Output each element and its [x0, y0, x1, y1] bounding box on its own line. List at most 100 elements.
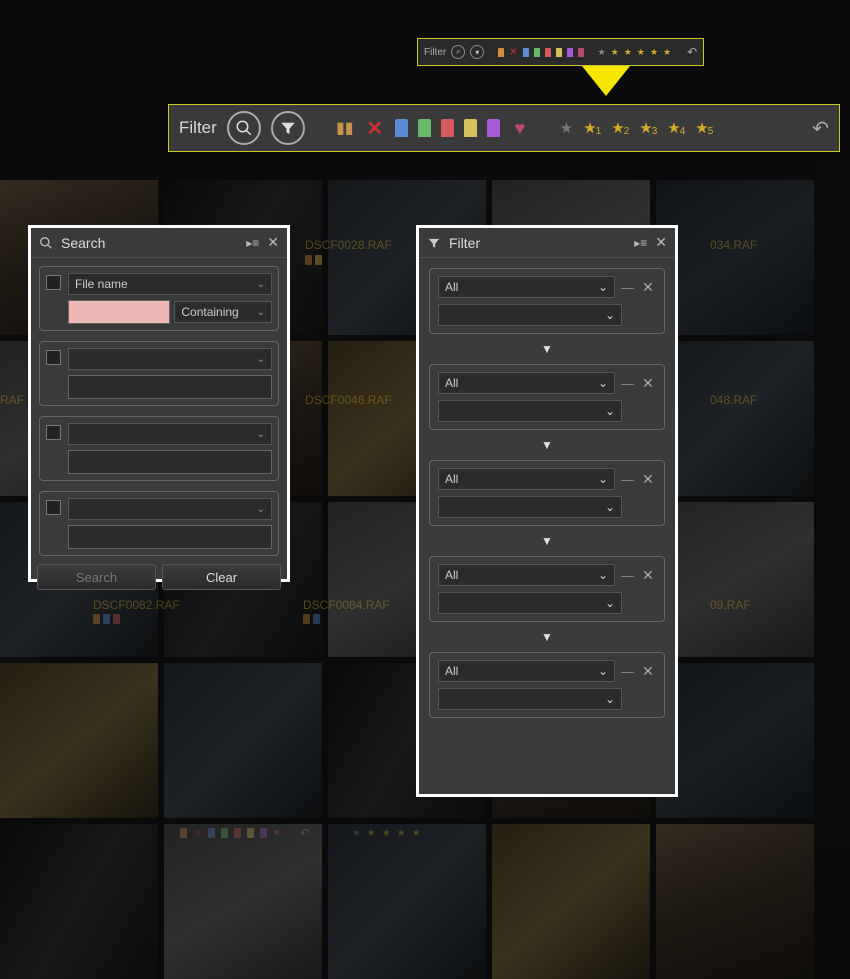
callout-arrow-icon: [582, 66, 630, 96]
filter-select[interactable]: ⌄: [438, 304, 622, 326]
chevron-down-icon: ⌄: [598, 664, 608, 678]
search-button[interactable]: Search: [37, 564, 156, 590]
criteria-checkbox[interactable]: [46, 425, 61, 440]
filter-label-small: Filter: [424, 47, 446, 58]
criteria-block: ⌄: [39, 341, 279, 406]
heart-icon[interactable]: ♥: [510, 118, 530, 138]
filter-value-label: All: [445, 664, 458, 678]
filter-group: All⌄—✕⌄: [429, 556, 665, 622]
panel-menu-icon[interactable]: ▸≡: [246, 236, 259, 250]
filter-icon[interactable]: ▾: [470, 45, 484, 59]
color-tag-yellow[interactable]: [464, 119, 477, 137]
criteria-field-select[interactable]: File name ⌄: [68, 273, 272, 295]
color-tag-red[interactable]: [441, 119, 454, 137]
rating-2[interactable]: ★2: [611, 119, 629, 137]
search-panel: Search ▸≡ ✕ File name ⌄ Containing ⌄: [28, 225, 290, 582]
panel-title: Filter: [449, 235, 626, 251]
chevron-down-icon: ⌄: [257, 279, 265, 290]
criteria-block: ⌄: [39, 491, 279, 556]
filter-select[interactable]: All ⌄: [438, 564, 615, 586]
rating-0[interactable]: ★: [560, 119, 573, 137]
filter-select[interactable]: ⌄: [438, 496, 622, 518]
filter-group: All⌄—✕⌄: [429, 652, 665, 718]
filter-button[interactable]: [271, 111, 305, 145]
rating-4[interactable]: ★4: [667, 119, 685, 137]
metadata-sidebar: [816, 165, 850, 850]
filename-label: 034.RAF: [710, 238, 757, 252]
stack-icon[interactable]: ▮▮: [335, 118, 355, 138]
chevron-down-icon: ▼: [541, 438, 553, 452]
filter-value-label: All: [445, 376, 458, 390]
filter-label: Filter: [179, 118, 217, 138]
criteria-block: File name ⌄ Containing ⌄: [39, 266, 279, 331]
criteria-checkbox[interactable]: [46, 500, 61, 515]
color-tag-blue[interactable]: [395, 119, 408, 137]
filter-toolbar: Filter ▮▮ ✕ ♥ ★ ★1 ★2 ★3 ★4 ★5 ↶: [168, 104, 840, 152]
filter-select[interactable]: All ⌄: [438, 660, 615, 682]
search-icon[interactable]: ⌕: [451, 45, 465, 59]
filename-label: DSCF0028.RAF: [305, 238, 392, 252]
close-icon[interactable]: ✕: [655, 234, 667, 251]
criteria-field-select[interactable]: ⌄: [68, 348, 272, 370]
remove-row-icon[interactable]: ✕: [640, 663, 656, 680]
filename-label: DSCF0082.RAF: [93, 598, 180, 612]
search-text-input[interactable]: [68, 300, 170, 324]
bottom-tag-strip: ✕ ♥ ↶ ★ ★ ★ ★ ★: [180, 826, 421, 840]
filter-group: All⌄—✕⌄: [429, 460, 665, 526]
remove-row-icon[interactable]: ✕: [640, 471, 656, 488]
rating-3[interactable]: ★3: [639, 119, 657, 137]
chevron-down-icon: ⌄: [257, 307, 265, 318]
filter-select[interactable]: ⌄: [438, 592, 622, 614]
clear-button[interactable]: Clear: [162, 564, 281, 590]
color-tag-purple[interactable]: [487, 119, 500, 137]
remove-row-icon[interactable]: ✕: [640, 279, 656, 296]
filename-label: 09.RAF: [710, 598, 751, 612]
filter-icon: [427, 236, 441, 250]
filter-value-label: All: [445, 280, 458, 294]
chevron-down-icon: ⌄: [598, 280, 608, 294]
remove-row-icon[interactable]: ✕: [640, 375, 656, 392]
filter-toolbar-small: Filter ⌕ ▾ ✕ ★ ★ ★ ★ ★ ★ ↶: [417, 38, 704, 66]
search-button[interactable]: [227, 111, 261, 145]
filter-group: All⌄—✕⌄: [429, 364, 665, 430]
chevron-down-icon: ⌄: [598, 376, 608, 390]
filter-select[interactable]: ⌄: [438, 688, 622, 710]
filename-label: 048.RAF: [710, 393, 757, 407]
criteria-field-label: File name: [75, 277, 128, 291]
search-text-input[interactable]: [68, 375, 272, 399]
filter-value-label: All: [445, 568, 458, 582]
criteria-field-select[interactable]: ⌄: [68, 498, 272, 520]
chevron-down-icon: ⌄: [598, 472, 608, 486]
remove-row-icon[interactable]: ✕: [640, 567, 656, 584]
close-icon[interactable]: ✕: [267, 234, 279, 251]
undo-icon[interactable]: ↶: [812, 116, 829, 141]
panel-menu-icon[interactable]: ▸≡: [634, 236, 647, 250]
filter-value-label: All: [445, 472, 458, 486]
rating-5[interactable]: ★5: [695, 119, 713, 137]
filter-group: All⌄—✕⌄: [429, 268, 665, 334]
panel-title: Search: [61, 235, 238, 251]
chevron-down-icon: ▼: [541, 630, 553, 644]
filter-select[interactable]: All ⌄: [438, 276, 615, 298]
criteria-field-select[interactable]: ⌄: [68, 423, 272, 445]
search-icon: [39, 236, 53, 250]
filter-select[interactable]: All ⌄: [438, 372, 615, 394]
chevron-down-icon: ⌄: [598, 568, 608, 582]
chevron-down-icon: ▼: [541, 342, 553, 356]
filename-label: DSCF0084.RAF: [303, 598, 390, 612]
criteria-block: ⌄: [39, 416, 279, 481]
filename-label: RAF: [0, 393, 24, 407]
criteria-op-select[interactable]: Containing ⌄: [174, 301, 272, 323]
filename-label: DSCF0046.RAF: [305, 393, 392, 407]
rating-1[interactable]: ★1: [583, 119, 601, 137]
search-text-input[interactable]: [68, 525, 272, 549]
criteria-checkbox[interactable]: [46, 275, 61, 290]
clear-icon[interactable]: ✕: [365, 118, 385, 138]
filter-select[interactable]: ⌄: [438, 400, 622, 422]
criteria-op-label: Containing: [181, 305, 238, 319]
search-text-input[interactable]: [68, 450, 272, 474]
color-tag-green[interactable]: [418, 119, 431, 137]
criteria-checkbox[interactable]: [46, 350, 61, 365]
filter-select[interactable]: All ⌄: [438, 468, 615, 490]
chevron-down-icon: ▼: [541, 534, 553, 548]
